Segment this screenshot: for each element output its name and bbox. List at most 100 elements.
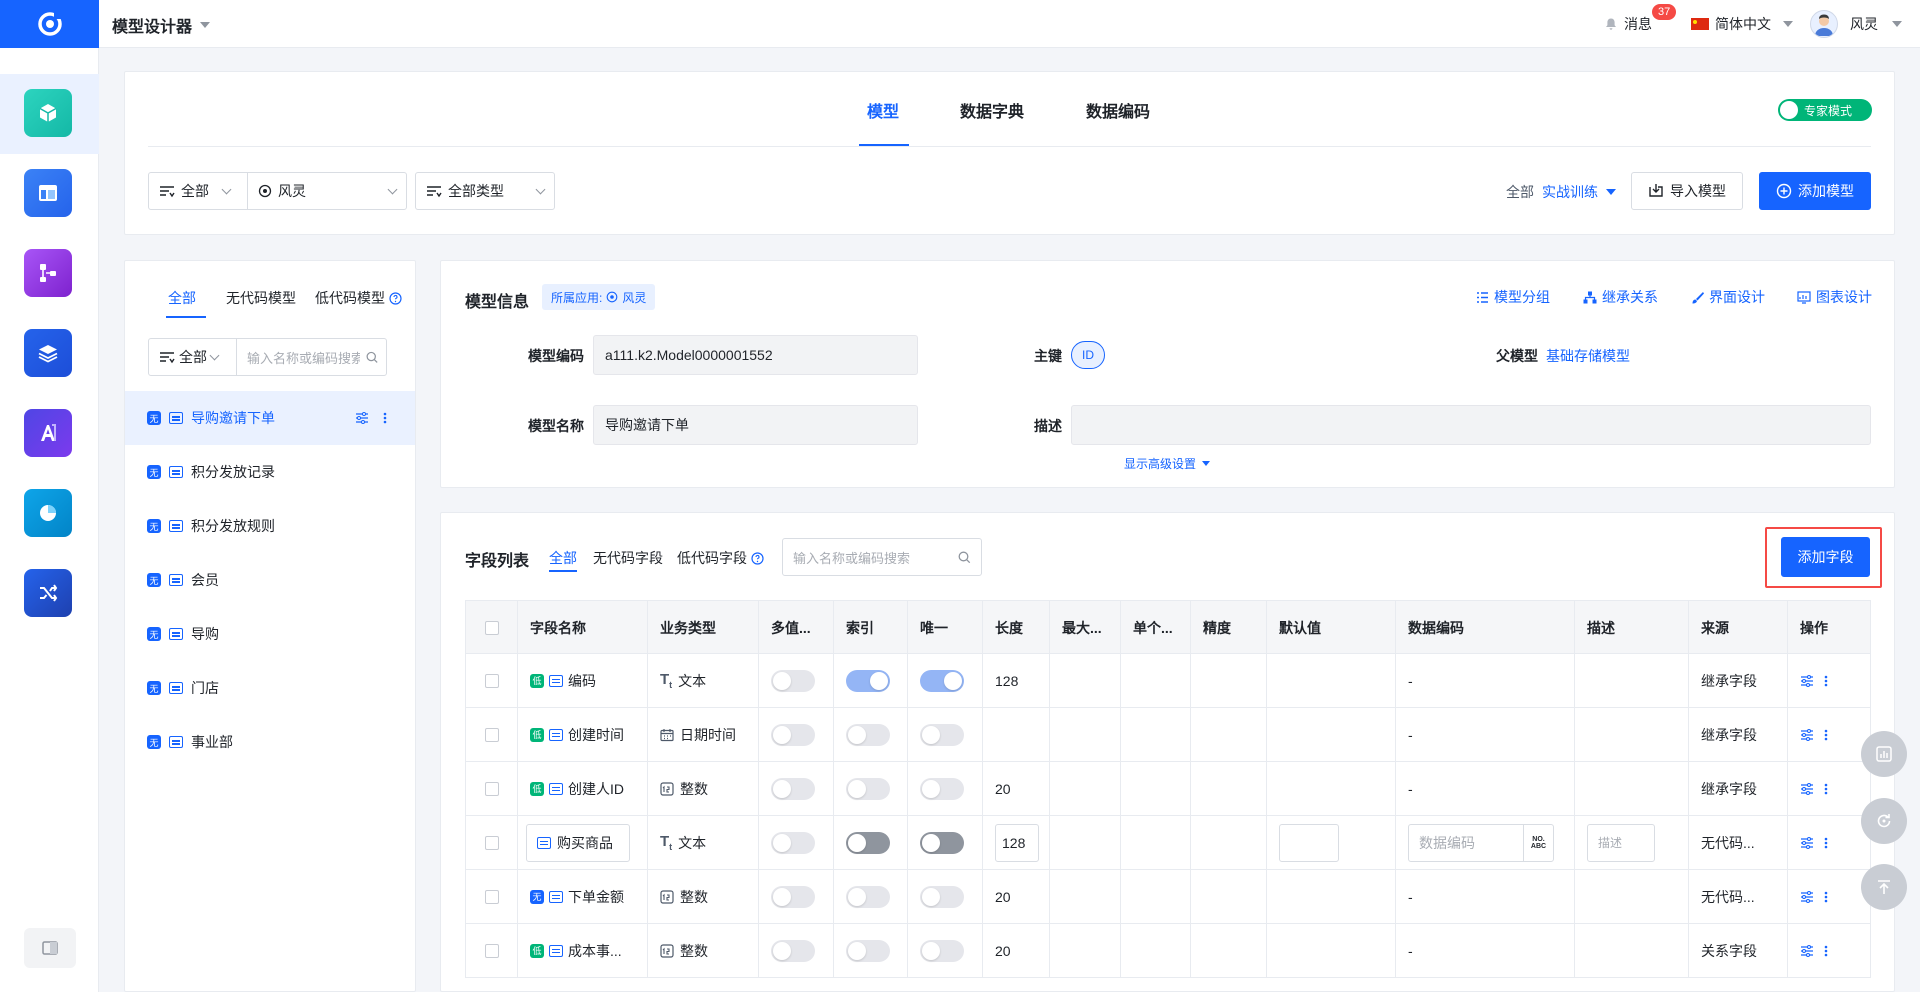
more-vertical-icon[interactable] xyxy=(1824,837,1828,849)
model-list-item[interactable]: 无 会员 xyxy=(125,553,415,607)
nav-report[interactable] xyxy=(24,489,72,537)
row-checkbox[interactable] xyxy=(484,673,499,688)
toggle-switch[interactable] xyxy=(846,939,890,962)
row-checkbox[interactable] xyxy=(484,835,499,850)
model-tab-nocode[interactable]: 无代码模型 xyxy=(226,288,296,308)
toggle-switch[interactable] xyxy=(846,669,890,692)
nav-ai[interactable] xyxy=(24,409,72,457)
table-row[interactable]: 低 编码 Tt 文本 128 - 继承字段 xyxy=(465,654,1871,708)
row-checkbox[interactable] xyxy=(484,889,499,904)
settings-sliders-icon[interactable] xyxy=(1800,674,1814,687)
more-vertical-icon[interactable] xyxy=(1824,729,1828,741)
toggle-switch[interactable] xyxy=(846,831,890,854)
table-row[interactable]: 低 创建时间 日期时间 - 继承字段 xyxy=(465,708,1871,762)
import-model-button[interactable]: 导入模型 xyxy=(1631,172,1743,210)
model-scope-select[interactable]: 全部 xyxy=(148,338,237,376)
settings-sliders-icon[interactable] xyxy=(1800,944,1814,957)
table-row[interactable]: 无 下单金额 整数 20 - 无代码... xyxy=(465,870,1871,924)
toggle-switch[interactable] xyxy=(920,939,964,962)
toggle-switch[interactable] xyxy=(846,723,890,746)
select-all-checkbox[interactable] xyxy=(484,621,499,635)
toggle-switch[interactable] xyxy=(771,885,815,908)
toggle-switch[interactable] xyxy=(920,669,964,692)
field-search-box[interactable]: 输入名称或编码搜索 xyxy=(782,538,982,576)
table-row[interactable]: 低 成本事... 整数 20 - 关系字段 xyxy=(465,924,1871,978)
type-select[interactable]: 全部类型 xyxy=(415,172,555,210)
show-advanced-toggle[interactable]: 显示高级设置 xyxy=(1124,455,1211,472)
back-to-top-button[interactable] xyxy=(1861,864,1907,910)
expert-mode-toggle[interactable]: 专家模式 xyxy=(1778,99,1872,121)
model-list-item[interactable]: 无 积分发放记录 xyxy=(125,445,415,499)
table-row[interactable]: 低 创建人ID 整数 20 - 继承字段 xyxy=(465,762,1871,816)
model-tab-lowcode[interactable]: 低代码模型 xyxy=(315,288,402,308)
toggle-switch[interactable] xyxy=(771,723,815,746)
model-group-action[interactable]: 模型分组 xyxy=(1476,287,1550,307)
settings-sliders-icon[interactable] xyxy=(1800,890,1814,903)
model-list-item[interactable]: 无 事业部 xyxy=(125,715,415,769)
field-tab-lowcode[interactable]: 低代码字段 xyxy=(677,548,764,568)
more-vertical-icon[interactable] xyxy=(1824,945,1828,957)
app-title[interactable]: 模型设计器 xyxy=(112,13,211,37)
toggle-switch[interactable] xyxy=(771,669,815,692)
toggle-switch[interactable] xyxy=(920,831,964,854)
stats-float-button[interactable] xyxy=(1861,731,1907,777)
model-search-input[interactable]: 输入名称或编码搜索 xyxy=(247,348,360,367)
user-menu[interactable]: 风灵 xyxy=(1810,0,1902,48)
model-tab-all[interactable]: 全部 xyxy=(168,288,196,308)
row-checkbox[interactable] xyxy=(484,943,499,958)
messages[interactable]: 消息 37 xyxy=(1604,0,1677,48)
nav-integration[interactable] xyxy=(24,569,72,617)
code-generator-icon[interactable]: NO. ABC xyxy=(1523,824,1553,861)
add-model-button[interactable]: 添加模型 xyxy=(1759,172,1871,210)
language-switch[interactable]: 简体中文 xyxy=(1691,0,1793,48)
toggle-switch[interactable] xyxy=(846,777,890,800)
app-scope[interactable]: 全部 实战训练 xyxy=(1506,182,1616,202)
model-list-item[interactable]: 无 导购 xyxy=(125,607,415,661)
model-list-item[interactable]: 无 门店 xyxy=(125,661,415,715)
description-input[interactable]: 描述 xyxy=(1587,823,1655,862)
more-vertical-icon[interactable] xyxy=(383,412,387,424)
primary-key-tag[interactable]: ID xyxy=(1071,341,1105,369)
inheritance-action[interactable]: 继承关系 xyxy=(1583,287,1658,307)
row-checkbox[interactable] xyxy=(484,727,499,742)
row-checkbox[interactable] xyxy=(484,781,499,796)
more-vertical-icon[interactable] xyxy=(1824,675,1828,687)
scope-select[interactable]: 全部 xyxy=(148,172,248,210)
more-vertical-icon[interactable] xyxy=(1824,891,1828,903)
table-row[interactable]: 购买商品 Tt 文本 128 数据编码 NO. ABC 描述 无代码... xyxy=(465,816,1871,870)
nav-model-designer[interactable] xyxy=(24,89,72,137)
toggle-switch[interactable] xyxy=(920,723,964,746)
settings-sliders-icon[interactable] xyxy=(1800,728,1814,741)
data-code-input[interactable]: 数据编码 NO. ABC xyxy=(1408,823,1554,862)
toggle-switch[interactable] xyxy=(771,777,815,800)
nav-page-designer[interactable] xyxy=(24,169,72,217)
settings-sliders-icon[interactable] xyxy=(1800,782,1814,795)
field-tab-all[interactable]: 全部 xyxy=(549,548,577,568)
settings-sliders-icon[interactable] xyxy=(1800,836,1814,849)
description-field[interactable] xyxy=(1071,405,1871,445)
field-search-input[interactable]: 输入名称或编码搜索 xyxy=(793,548,952,567)
toggle-switch[interactable] xyxy=(846,885,890,908)
settings-sliders-icon[interactable] xyxy=(355,412,369,424)
nav-layers[interactable] xyxy=(24,329,72,377)
toggle-switch[interactable] xyxy=(771,831,815,854)
ui-design-action[interactable]: 界面设计 xyxy=(1691,287,1765,307)
chart-design-action[interactable]: 图表设计 xyxy=(1797,287,1872,307)
toggle-switch[interactable] xyxy=(920,885,964,908)
length-input[interactable]: 128 xyxy=(995,823,1039,862)
model-name-field[interactable]: 导购邀请下单 xyxy=(593,405,918,445)
owner-select[interactable]: 风灵 xyxy=(247,172,407,210)
parent-model-link[interactable]: 基础存储模型 xyxy=(1546,346,1630,366)
tab-data-encoding[interactable]: 数据编码 xyxy=(1086,98,1150,122)
tab-data-dictionary[interactable]: 数据字典 xyxy=(960,98,1024,122)
nav-process-designer[interactable] xyxy=(24,249,72,297)
refresh-float-button[interactable] xyxy=(1861,798,1907,844)
collapse-nav-button[interactable] xyxy=(24,928,76,968)
field-name-input[interactable]: 购买商品 xyxy=(526,823,630,862)
tab-model[interactable]: 模型 xyxy=(867,98,899,122)
model-list-item[interactable]: 无 积分发放规则 xyxy=(125,499,415,553)
model-search-box[interactable]: 输入名称或编码搜索 xyxy=(236,338,387,376)
toggle-switch[interactable] xyxy=(920,777,964,800)
toggle-switch[interactable] xyxy=(771,939,815,962)
field-tab-nocode[interactable]: 无代码字段 xyxy=(593,548,663,568)
